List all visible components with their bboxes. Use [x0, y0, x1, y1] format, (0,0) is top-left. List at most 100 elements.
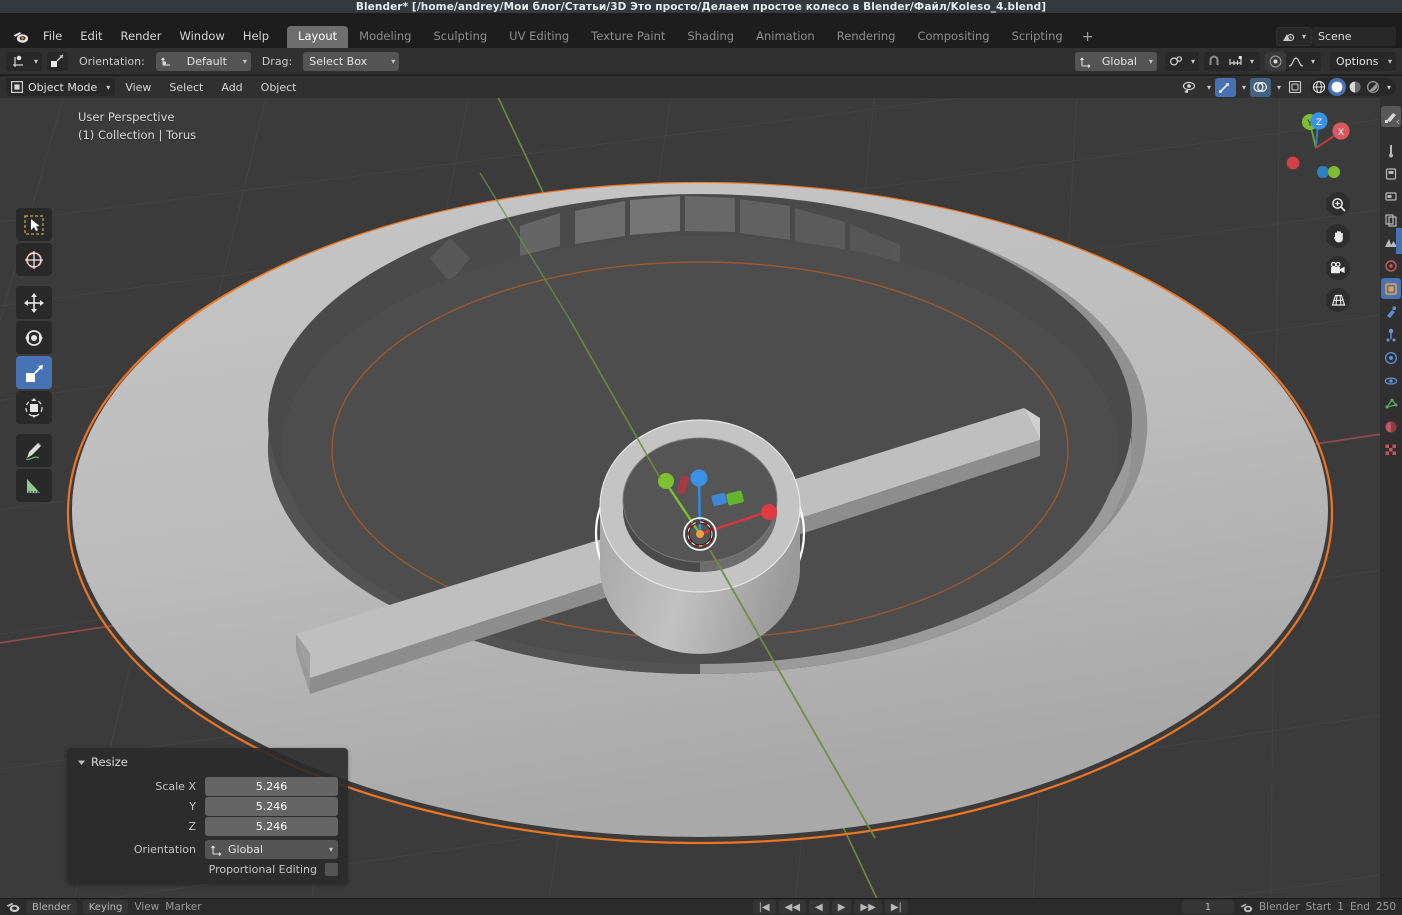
playback-controls: |◀ ◀◀ ◀ ▶ ▶▶ ▶|: [752, 900, 908, 914]
orientation-dropdown[interactable]: Default ▾: [155, 51, 251, 71]
properties-tab-scene[interactable]: [1381, 209, 1401, 230]
properties-tab-texture[interactable]: [1381, 439, 1401, 460]
tool-rotate[interactable]: [16, 321, 52, 354]
pan-hand-icon[interactable]: [1326, 224, 1350, 248]
mode-selector[interactable]: Object Mode ▾: [6, 78, 116, 96]
chevron-down-icon[interactable]: ▾: [1307, 57, 1321, 66]
next-keyframe-button[interactable]: ▶▶: [854, 900, 882, 914]
play-button[interactable]: ▶: [831, 900, 852, 914]
properties-tab-object[interactable]: [1381, 278, 1401, 299]
toggle-perspective-icon[interactable]: [1326, 288, 1350, 312]
frame-start-value[interactable]: 1: [1337, 901, 1344, 913]
tool-move[interactable]: [16, 286, 52, 319]
overlays-icon[interactable]: [1249, 77, 1271, 97]
proportional-editing-checkbox[interactable]: [325, 863, 338, 876]
properties-tab-particles[interactable]: [1381, 324, 1401, 345]
snap-magnet-icon[interactable]: [1204, 52, 1225, 71]
gizmo-arrow-icon[interactable]: [1214, 77, 1236, 97]
frame-end-value[interactable]: 250: [1376, 901, 1396, 913]
properties-tab-output[interactable]: [1381, 163, 1401, 184]
transform-orientation-dropdown[interactable]: Global ▾: [1074, 51, 1157, 71]
navigation-gizmo[interactable]: Y Z X: [1278, 110, 1354, 186]
workspace-tab-sculpting[interactable]: Sculpting: [422, 26, 498, 48]
workspace-tab-compositing[interactable]: Compositing: [906, 26, 1000, 48]
pivot-point-button[interactable]: ▾: [1164, 51, 1199, 71]
shading-wireframe-button[interactable]: [1310, 78, 1328, 96]
xray-toggle-icon[interactable]: [1285, 78, 1306, 97]
scale-y-label: Y: [189, 800, 196, 813]
workspace-tab-texture-paint[interactable]: Texture Paint: [580, 26, 676, 48]
current-frame-field[interactable]: 1: [1181, 900, 1234, 914]
jump-start-button[interactable]: |◀: [752, 900, 776, 914]
tool-annotate[interactable]: [16, 434, 52, 467]
chevron-down-icon[interactable]: ▾: [1238, 83, 1246, 92]
properties-tab-material[interactable]: [1381, 416, 1401, 437]
tool-tweak-select-box[interactable]: [16, 208, 52, 241]
shading-rendered-button[interactable]: [1364, 78, 1382, 96]
prev-keyframe-button[interactable]: ◀◀: [778, 900, 807, 914]
viewport-menu-add[interactable]: Add: [213, 79, 250, 96]
workspace-tab-layout[interactable]: Layout: [287, 25, 349, 48]
operator-panel-header[interactable]: Resize: [67, 753, 348, 777]
scale-z-field[interactable]: 5.246: [205, 817, 338, 836]
scale-y-field[interactable]: 5.246: [205, 797, 338, 816]
operator-orientation-value: Global: [228, 843, 264, 856]
zoom-icon[interactable]: [1326, 192, 1350, 216]
statusbar-hint-keying[interactable]: Keying: [82, 900, 129, 914]
add-workspace-button[interactable]: +: [1074, 29, 1102, 48]
window-title: Blender* [/home/andrey/Мои блог/Статьи/3…: [355, 0, 1047, 13]
properties-tab-physics[interactable]: [1381, 347, 1401, 368]
menu-help[interactable]: Help: [234, 27, 278, 46]
workspace-tab-shading[interactable]: Shading: [676, 26, 745, 48]
tool-scale[interactable]: [16, 356, 52, 389]
3d-viewport[interactable]: User Perspective (1) Collection | Torus: [0, 98, 1380, 898]
menu-file[interactable]: File: [34, 27, 71, 46]
statusbar-hint-select[interactable]: Blender: [26, 900, 77, 914]
proportional-edit-icon[interactable]: [1264, 51, 1286, 71]
operator-orientation-dropdown[interactable]: Global ▾: [205, 840, 338, 859]
tool-measure[interactable]: [16, 469, 52, 502]
chevron-left-icon[interactable]: ‹: [1396, 115, 1400, 128]
properties-tab-render[interactable]: [1381, 140, 1401, 161]
snap-increment-icon[interactable]: [1225, 52, 1246, 71]
drag-dropdown[interactable]: Select Box ▾: [303, 51, 400, 71]
menu-render[interactable]: Render: [112, 27, 171, 46]
scene-name-field[interactable]: Scene: [1312, 27, 1396, 46]
shading-solid-button[interactable]: [1327, 78, 1346, 96]
play-reverse-button[interactable]: ◀: [809, 900, 829, 914]
show-hide-eye-icon[interactable]: [1180, 78, 1201, 97]
properties-tab-object-constraints[interactable]: [1381, 255, 1401, 276]
properties-tab-modifiers[interactable]: [1381, 301, 1401, 322]
scene-browse-button[interactable]: ▾: [1275, 27, 1312, 46]
transform-gizmo-button[interactable]: [47, 51, 69, 71]
blender-logo-icon[interactable]: [8, 30, 34, 44]
workspace-tab-rendering[interactable]: Rendering: [826, 26, 907, 48]
properties-tab-object-constraints-2[interactable]: [1381, 370, 1401, 391]
viewport-menu-select[interactable]: Select: [161, 79, 211, 96]
workspace-tab-scripting[interactable]: Scripting: [1001, 26, 1074, 48]
scale-x-field[interactable]: 5.246: [205, 777, 338, 796]
menu-window[interactable]: Window: [170, 27, 233, 46]
workspace-tab-animation[interactable]: Animation: [745, 26, 826, 48]
menu-edit[interactable]: Edit: [71, 27, 111, 46]
chevron-down-icon[interactable]: ▾: [1382, 83, 1396, 92]
jump-end-button[interactable]: ▶|: [884, 900, 908, 914]
properties-tab-view-layer[interactable]: [1381, 186, 1401, 207]
properties-tab-object-data[interactable]: [1381, 393, 1401, 414]
chevron-down-icon[interactable]: ▾: [1273, 83, 1281, 92]
workspace-tab-uv-editing[interactable]: UV Editing: [498, 26, 580, 48]
chevron-down-icon[interactable]: ▾: [1246, 57, 1260, 66]
viewport-menu-view[interactable]: View: [117, 79, 159, 96]
scene-icon: [1282, 31, 1295, 43]
camera-view-icon[interactable]: [1326, 256, 1350, 280]
active-tool-button[interactable]: ▾: [6, 51, 43, 71]
smooth-falloff-icon[interactable]: [1286, 52, 1307, 71]
options-dropdown[interactable]: Options ▾: [1330, 51, 1396, 71]
chevron-down-icon[interactable]: ▾: [1203, 83, 1211, 92]
shading-material-preview-button[interactable]: [1346, 78, 1364, 96]
viewport-menu-object[interactable]: Object: [253, 79, 305, 96]
frame-start-label: Start: [1305, 901, 1332, 913]
tool-cursor[interactable]: [16, 243, 52, 276]
workspace-tab-modeling[interactable]: Modeling: [348, 26, 422, 48]
tool-transform[interactable]: [16, 391, 52, 424]
